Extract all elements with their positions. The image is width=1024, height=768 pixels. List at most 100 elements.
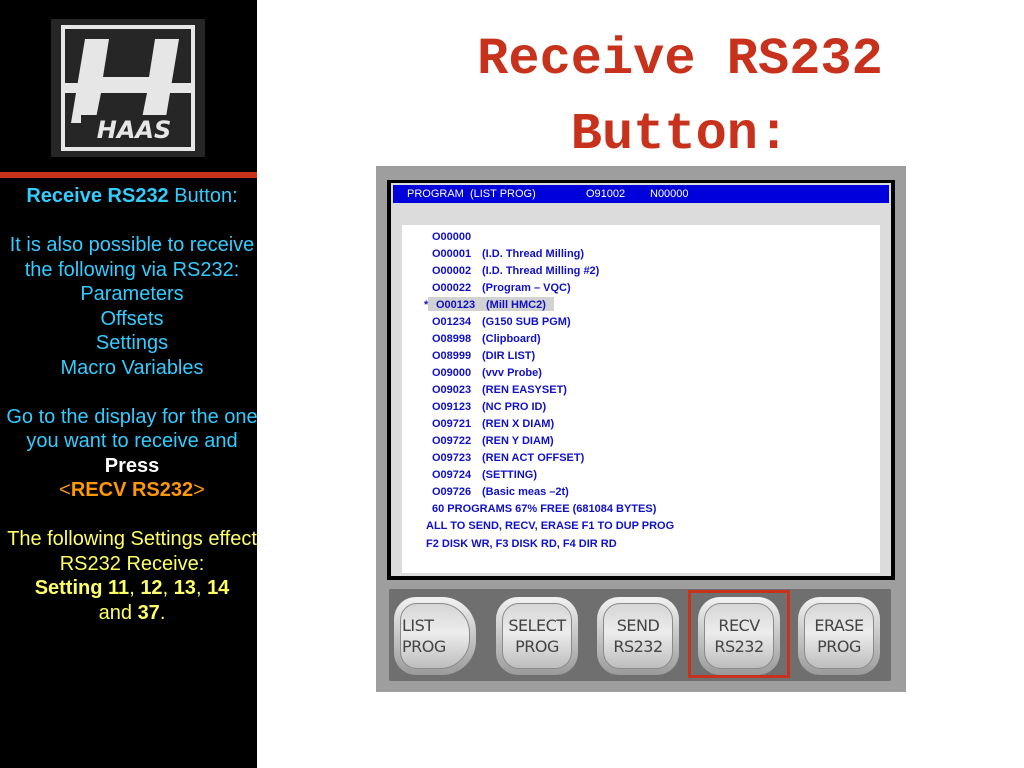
list-item[interactable]: O09723 (REN ACT OFFSET) (432, 451, 584, 465)
period: . (159, 601, 166, 624)
heading-bold: Receive RS232 (26, 185, 169, 207)
key-reference: <RECV RS232> (6, 478, 258, 503)
program-number: O00001 (432, 248, 472, 260)
program-number: O01234 (432, 316, 472, 328)
list-item[interactable]: O01234 (G150 SUB PGM) (432, 315, 571, 329)
list-item[interactable]: O00001 (I.D. Thread Milling) (432, 247, 584, 261)
program-number: O09023 (432, 384, 472, 396)
sep: , (129, 577, 135, 599)
current-program-marker: * (424, 299, 429, 311)
program-name: (G150 SUB PGM) (482, 316, 571, 328)
select-prog-key[interactable]: SELECT PROG (496, 597, 578, 675)
setting-label: Setting (34, 577, 103, 599)
send-rs232-key[interactable]: SEND RS232 (597, 597, 679, 675)
svg-text:HAAS: HAAS (97, 116, 172, 144)
list-item[interactable]: * O00123 (Mill HMC2) (424, 298, 546, 312)
and-word: and (98, 601, 132, 624)
send-rs232-label: SEND RS232 (597, 615, 679, 657)
list-item[interactable]: O08998 (Clipboard) (432, 332, 541, 346)
program-name: (REN Y DIAM) (482, 435, 554, 447)
header-sequence: N00000 (650, 188, 689, 200)
haas-logo-icon: HAAS (61, 25, 195, 151)
key-line-1: SEND (616, 616, 660, 635)
list-item[interactable]: O09123 (NC PRO ID) (432, 400, 546, 414)
program-number: O09000 (432, 367, 472, 379)
item-settings: Settings (95, 332, 169, 354)
list-item[interactable]: O09726 (Basic meas –2t) (432, 485, 569, 499)
press-text: Press (104, 454, 160, 477)
list-item[interactable]: O00022 (Program – VQC) (432, 281, 571, 295)
key-line-2: RS232 (613, 637, 663, 656)
erase-prog-key[interactable]: ERASE PROG (798, 597, 880, 675)
item-macro-variables: Macro Variables (60, 356, 204, 379)
screen-header: PROGRAM (LIST PROG) O91002 N00000 (393, 185, 889, 203)
sidebar: HAAS Receive RS232 Button: It is also po… (0, 0, 258, 768)
key-line-1: SELECT (508, 616, 566, 635)
key-line-2: PROG (817, 637, 861, 656)
program-name: (Clipboard) (482, 333, 541, 345)
divider (0, 172, 257, 178)
list-item[interactable]: O08999 (DIR LIST) (432, 349, 535, 363)
key-line-2: PROG (402, 637, 446, 656)
list-prog-key[interactable]: LIST PROG (394, 597, 476, 675)
program-number: O09723 (432, 452, 472, 464)
sidebar-heading: Receive RS232 Button: (6, 184, 258, 209)
setting-12: 12 (140, 577, 163, 599)
help-line-2: F2 DISK WR, F3 DISK RD, F4 DIR RD (426, 538, 617, 550)
setting-13: 13 (173, 577, 196, 599)
program-name: (DIR LIST) (482, 350, 536, 362)
key-name: RECV RS232 (70, 479, 194, 501)
settings-intro: The following Settings effect RS232 Rece… (7, 528, 257, 575)
key-open: < (59, 479, 71, 501)
select-prog-label: SELECT PROG (496, 615, 578, 657)
title-line-1: Receive RS232 (477, 30, 883, 89)
setting-11: 11 (108, 577, 130, 599)
sep: , (195, 577, 202, 599)
program-name: (vvv Probe) (482, 367, 542, 379)
heading-rest: Button: (168, 185, 238, 207)
program-number: O00002 (432, 265, 472, 277)
program-name: (Basic meas –2t) (482, 486, 569, 498)
page-title: Receive RS232 Button: (380, 22, 980, 172)
program-number: O00123 (436, 299, 476, 311)
header-program: O91002 (586, 188, 626, 200)
program-number: O09726 (432, 486, 472, 498)
key-line-2: PROG (515, 637, 559, 656)
program-number: O09724 (432, 469, 472, 481)
list-item[interactable]: O09000 (vvv Probe) (432, 366, 542, 380)
program-number: O09721 (432, 418, 472, 430)
list-item[interactable]: O09722 (REN Y DIAM) (432, 434, 554, 448)
program-number: O09123 (432, 401, 472, 413)
erase-prog-label: ERASE PROG (798, 615, 880, 657)
key-close: > (193, 479, 205, 501)
program-number: O09722 (432, 435, 472, 447)
goto-text: Go to the display for the one you want t… (6, 405, 258, 453)
program-number: O08999 (432, 350, 472, 362)
program-number: O00000 (432, 231, 472, 243)
program-name: (REN ACT OFFSET) (482, 452, 585, 464)
program-name: (REN EASYSET) (482, 384, 567, 396)
haas-logo: HAAS (51, 19, 205, 157)
program-name: (SETTING) (482, 469, 537, 481)
recv-key-highlight (688, 590, 790, 678)
key-line-1: LIST (402, 616, 434, 635)
setting-14: 14 (207, 577, 230, 599)
program-number: O08998 (432, 333, 472, 345)
list-item[interactable]: O09023 (REN EASYSET) (432, 383, 567, 397)
help-line-1: ALL TO SEND, RECV, ERASE F1 TO DUP PROG (426, 520, 675, 532)
sidebar-text: Receive RS232 Button: It is also possibl… (6, 184, 258, 625)
title-line-2: Button: (570, 105, 790, 164)
sep: , (162, 577, 169, 599)
settings-list: Setting 11, 12, 13, 14 (6, 576, 258, 601)
list-item[interactable]: O09721 (REN X DIAM) (432, 417, 554, 431)
header-mode: PROGRAM (LIST PROG) (407, 188, 536, 200)
program-name: (I.D. Thread Milling #2) (482, 265, 600, 277)
intro-text: It is also possible to receive the follo… (9, 234, 255, 281)
list-prog-label: LIST PROG (394, 615, 476, 657)
list-item[interactable]: O00000 (432, 230, 482, 244)
key-line-1: ERASE (814, 616, 864, 635)
program-name: (Program – VQC) (482, 282, 571, 294)
list-item[interactable]: O09724 (SETTING) (432, 468, 537, 482)
list-item[interactable]: O00002 (I.D. Thread Milling #2) (432, 264, 599, 278)
free-space-line: 60 PROGRAMS 67% FREE (681084 BYTES) (432, 503, 657, 515)
